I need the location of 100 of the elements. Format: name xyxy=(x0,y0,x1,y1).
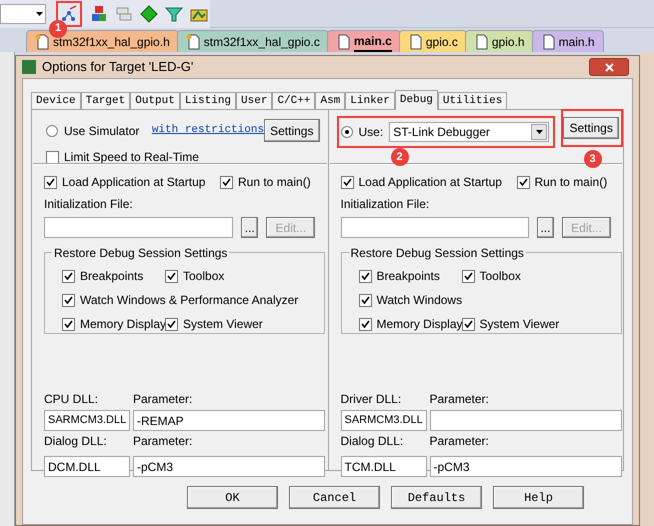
checkbox-label: Toolbox xyxy=(183,268,224,285)
checkbox[interactable] xyxy=(220,176,233,188)
field-label: Dialog DLL: xyxy=(44,433,108,450)
checkbox[interactable] xyxy=(358,270,372,282)
tab[interactable]: Listing xyxy=(180,92,236,109)
step-marker: 3 xyxy=(584,150,602,168)
check-icon xyxy=(464,272,472,280)
settings-button[interactable]: Settings xyxy=(264,119,320,142)
tab[interactable]: Target xyxy=(80,92,130,109)
field-label: CPU DLL: xyxy=(44,391,100,408)
target-dropdown[interactable] xyxy=(0,4,46,24)
file-tab[interactable]: gpio.c xyxy=(398,30,467,52)
tab[interactable]: C/C++ xyxy=(272,92,316,109)
checkbox-label: Load Application at Startup xyxy=(358,174,502,191)
checkbox-label: Limit Speed to Real-Time xyxy=(64,149,199,166)
tab[interactable]: Utilities xyxy=(438,92,508,109)
dialog-button[interactable]: Help xyxy=(493,486,584,509)
file-tab[interactable]: main.h xyxy=(532,30,604,52)
field-label: Parameter: xyxy=(133,433,194,450)
text-field[interactable]: -REMAP xyxy=(133,410,325,431)
debugger-dropdown[interactable]: ST-Link Debugger xyxy=(389,122,550,142)
radio-button[interactable] xyxy=(46,124,58,136)
check-icon xyxy=(360,320,370,328)
file-tab[interactable]: stm32f1xx_hal_gpio.h xyxy=(26,30,179,52)
dialog-button[interactable]: OK xyxy=(187,486,278,509)
tab[interactable]: User xyxy=(236,92,272,109)
field-label: Initialization File: xyxy=(44,196,134,213)
check-icon xyxy=(64,272,73,280)
field-label: Parameter: xyxy=(430,391,490,408)
init-file-field[interactable] xyxy=(44,217,234,238)
text-field[interactable]: SARMCM3.DLL xyxy=(340,410,426,431)
check-icon xyxy=(342,178,352,186)
check-icon xyxy=(360,272,370,280)
file-icon xyxy=(408,34,422,50)
settings-button[interactable]: Settings xyxy=(563,117,620,139)
app-icon xyxy=(22,60,36,74)
tab[interactable]: Debug xyxy=(394,90,438,110)
radio-button[interactable] xyxy=(340,126,352,138)
checkbox[interactable] xyxy=(462,270,474,282)
check-icon xyxy=(46,178,55,186)
use-label: Use: xyxy=(358,124,384,141)
checkbox[interactable] xyxy=(340,176,354,188)
file-tab[interactable]: gpio.h xyxy=(464,30,534,52)
step-marker: 1 xyxy=(49,20,67,38)
checkbox-label: Watch Windows xyxy=(376,292,462,309)
file-icon xyxy=(540,34,555,50)
file-tab[interactable]: main.c xyxy=(326,30,401,52)
browse-button[interactable]: ... xyxy=(241,217,258,238)
tab[interactable]: Device xyxy=(31,92,81,109)
tab[interactable]: Linker xyxy=(345,92,395,109)
checkbox[interactable] xyxy=(165,318,178,330)
checkbox-label: Load Application at Startup xyxy=(62,174,206,191)
init-file-field[interactable] xyxy=(340,217,529,238)
blocks-icon[interactable] xyxy=(90,4,108,22)
text-field[interactable]: SARMCM3.DLL xyxy=(44,410,130,431)
tab[interactable]: Asm xyxy=(315,92,346,109)
checkbox[interactable] xyxy=(62,294,75,306)
file-icon xyxy=(336,34,350,50)
checkbox[interactable] xyxy=(62,270,75,282)
check-icon xyxy=(64,296,73,304)
checkbox[interactable] xyxy=(516,176,530,188)
text-field[interactable]: -pCM3 xyxy=(430,456,622,477)
step-marker: 2 xyxy=(390,148,408,166)
text-field[interactable]: DCM.DLL xyxy=(44,456,130,477)
close-button[interactable] xyxy=(589,58,629,76)
text-field[interactable]: TCM.DLL xyxy=(340,456,426,477)
funnel-icon[interactable] xyxy=(165,4,183,22)
checkbox-label: Watch Windows & Performance Analyzer xyxy=(80,292,298,309)
checkbox[interactable] xyxy=(462,318,474,330)
field-label: Driver DLL: xyxy=(340,391,402,408)
diamond-icon[interactable] xyxy=(140,4,158,22)
magic-wand-icon[interactable] xyxy=(60,4,78,22)
checkbox[interactable] xyxy=(165,270,178,282)
check-icon xyxy=(360,296,370,304)
checkbox-label: Memory Display xyxy=(80,316,166,333)
radio-label: Use Simulator xyxy=(64,122,140,140)
browse-button[interactable]: ... xyxy=(536,217,554,238)
locked-file-icon xyxy=(186,34,200,50)
checkbox-label: System Viewer xyxy=(183,316,263,333)
file-tab[interactable]: stm32f1xx_hal_gpio.c xyxy=(176,30,329,52)
check-icon xyxy=(64,320,73,328)
checkbox-label: Run to main() xyxy=(238,174,311,191)
file-icon xyxy=(474,34,488,50)
restrictions-link[interactable]: with restrictions xyxy=(152,122,264,139)
locked-file-icon xyxy=(35,34,49,50)
checkbox[interactable] xyxy=(358,294,372,306)
check-icon xyxy=(222,178,231,186)
dialog-button[interactable]: Defaults xyxy=(391,486,482,509)
text-field[interactable] xyxy=(430,410,622,431)
checkbox[interactable] xyxy=(358,318,372,330)
checkbox[interactable] xyxy=(44,176,57,188)
dropdown-arrow-icon xyxy=(536,130,543,134)
check-icon xyxy=(167,272,176,280)
text-field[interactable]: -pCM3 xyxy=(133,456,325,477)
checkbox[interactable] xyxy=(62,318,75,330)
checkbox-label: Breakpoints xyxy=(376,268,440,285)
window-title: Options for Target 'LED-G' xyxy=(42,58,194,76)
dialog-button[interactable]: Cancel xyxy=(289,486,380,509)
checkbox[interactable] xyxy=(46,150,59,164)
tab[interactable]: Output xyxy=(130,92,180,109)
